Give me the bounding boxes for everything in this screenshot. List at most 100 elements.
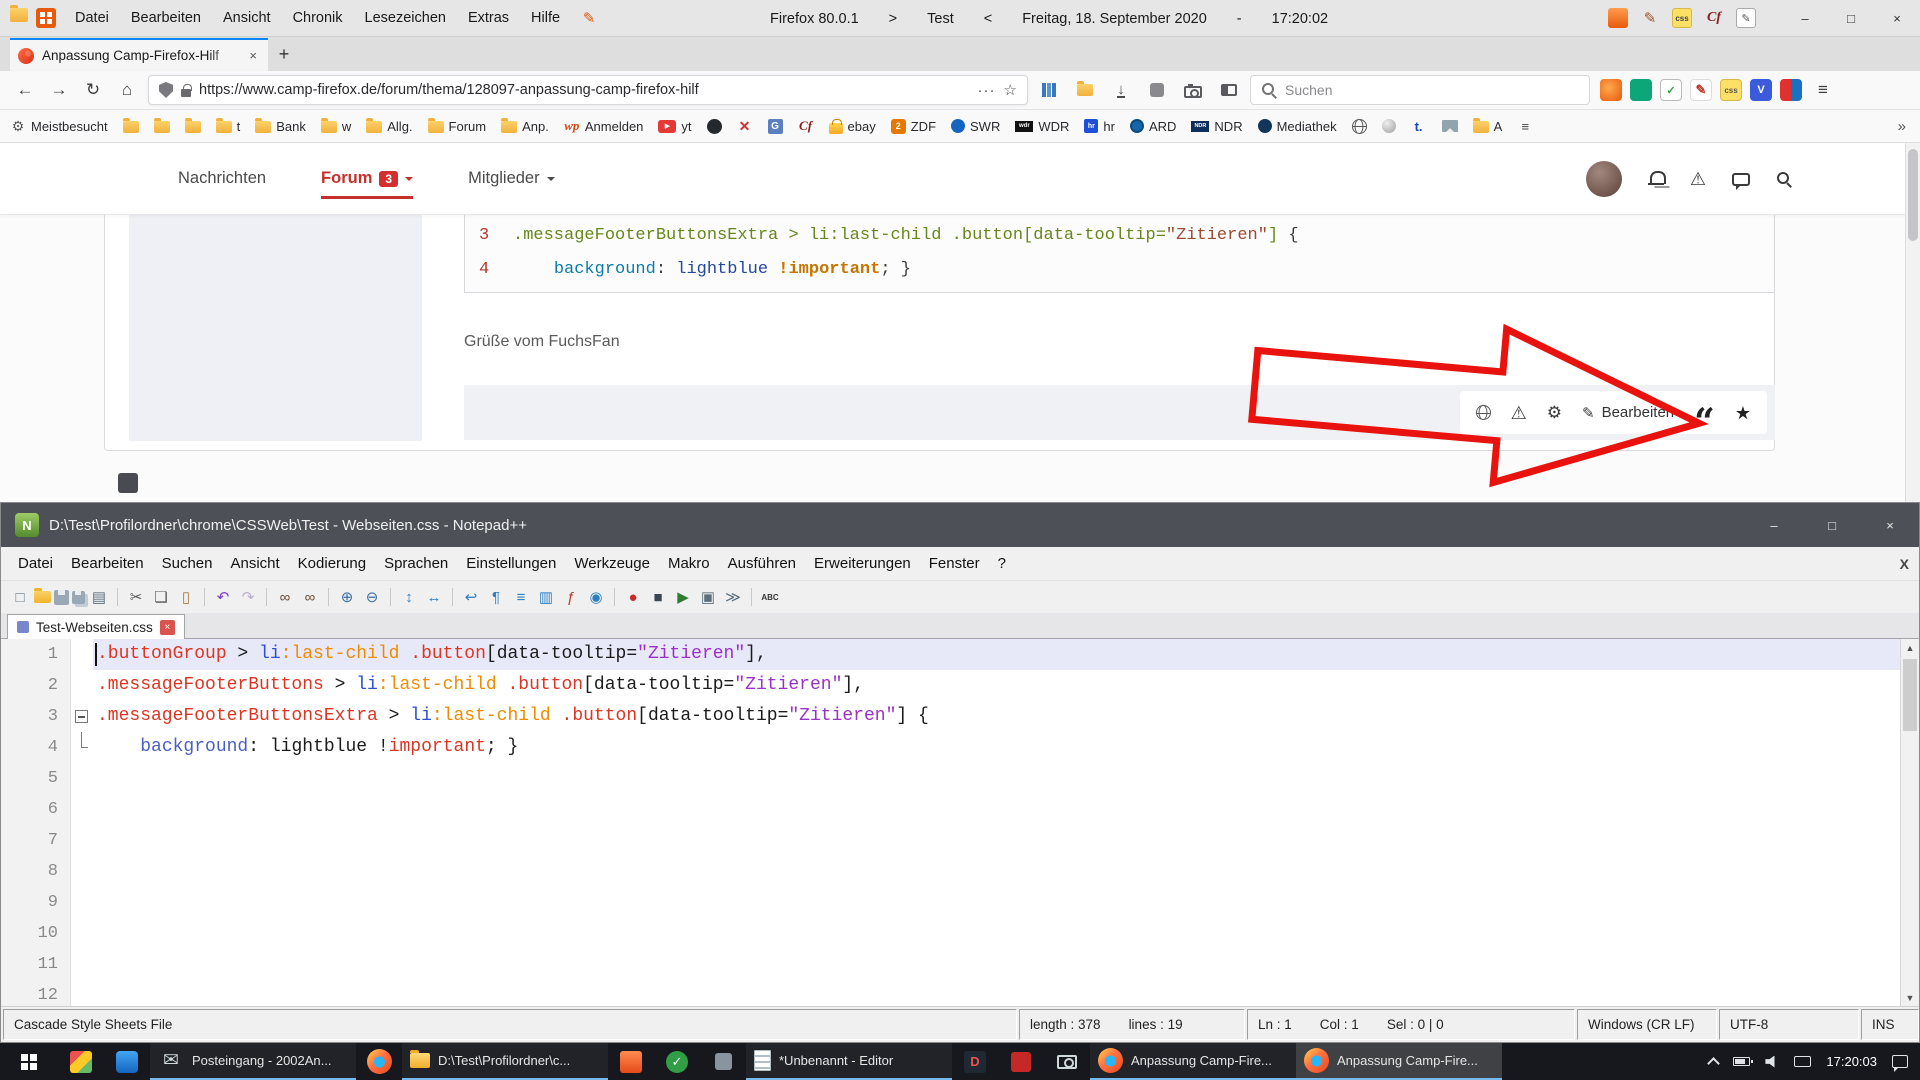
taskbar-task-editor[interactable]: *Unbenannt - Editor <box>746 1043 952 1080</box>
keyboard-icon[interactable] <box>1794 1056 1811 1067</box>
menubar-item-bearbeiten[interactable]: Bearbeiten <box>122 6 210 30</box>
taskbar-task-notepadpp-file[interactable]: D:\Test\Profilordner\c... <box>402 1043 608 1080</box>
bookmark-gbadge[interactable]: G <box>768 119 783 134</box>
pencil-orange-icon[interactable]: ✎ <box>579 8 599 28</box>
bookmark-t[interactable]: t <box>216 119 241 134</box>
save-icon[interactable] <box>54 590 69 605</box>
bookmark-mediathek[interactable]: Mediathek <box>1258 119 1337 134</box>
sidebar-icon[interactable] <box>1214 76 1244 104</box>
spell-check-icon[interactable]: ABC <box>759 586 781 608</box>
redo-icon[interactable]: ↷ <box>237 586 259 608</box>
npp-maximize-button[interactable]: □ <box>1803 503 1861 547</box>
avatar[interactable] <box>1586 161 1622 197</box>
menubar-item-ansicht[interactable]: Ansicht <box>214 6 280 30</box>
macro-play-icon[interactable]: ▶ <box>672 586 694 608</box>
start-button[interactable] <box>0 1043 58 1080</box>
editor-line[interactable] <box>93 794 1900 825</box>
indent-guides-icon[interactable]: ≡ <box>510 586 532 608</box>
npp-menu-werkzeuge[interactable]: Werkzeuge <box>565 550 659 577</box>
screenshot-icon[interactable] <box>1178 76 1208 104</box>
npp-menu-suchen[interactable]: Suchen <box>153 550 222 577</box>
status-eol[interactable]: Windows (CR LF) <box>1577 1009 1717 1040</box>
zoom-in-icon[interactable]: ⊕ <box>336 586 358 608</box>
notepadpp-editor[interactable]: 123456789101112 .buttonGroup > li:last-c… <box>1 639 1919 1006</box>
editor-line[interactable] <box>93 763 1900 794</box>
folder-yellow-icon[interactable] <box>10 8 28 22</box>
bookmark-wdr[interactable]: wdrWDR <box>1015 119 1069 134</box>
app-orange-icon[interactable] <box>1608 8 1628 28</box>
action-center-icon[interactable] <box>1892 1055 1908 1068</box>
taskbar-app-blue[interactable] <box>104 1043 150 1080</box>
bookmark-globe[interactable] <box>1352 119 1367 134</box>
taskbar-app-d[interactable]: D <box>952 1043 998 1080</box>
editor-line[interactable]: background: lightblue !important; } <box>93 732 1900 763</box>
home-icon[interactable]: ⌂ <box>112 76 142 104</box>
extensions-icon[interactable] <box>1142 76 1172 104</box>
editor-line[interactable] <box>93 825 1900 856</box>
npp-tab-close-icon[interactable]: × <box>160 620 175 635</box>
tab-close-icon[interactable]: × <box>246 48 260 63</box>
macro-record-icon[interactable]: ● <box>622 586 644 608</box>
menubar-item-datei[interactable]: Datei <box>66 6 118 30</box>
editor-line[interactable]: .messageFooterButtons > li:last-child .b… <box>93 670 1900 701</box>
bookmark-bank[interactable]: Bank <box>255 119 306 134</box>
status-insert-mode[interactable]: INS <box>1861 1009 1919 1040</box>
menubar-item-chronik[interactable]: Chronik <box>284 6 352 30</box>
bookmark-swr[interactable]: SWR <box>951 119 1000 134</box>
scroll-down-icon[interactable]: ▼ <box>1901 989 1919 1006</box>
editor-line[interactable] <box>93 949 1900 980</box>
forward-icon[interactable]: → <box>44 76 74 104</box>
maximize-button[interactable]: □ <box>1828 0 1874 36</box>
bookmark-ndr[interactable]: NDRNDR <box>1191 119 1242 134</box>
bookmark-forum[interactable]: Forum <box>428 119 487 134</box>
ext-brush-icon[interactable]: ✎ <box>1690 79 1712 101</box>
bookmark-w[interactable]: w <box>321 119 351 134</box>
bookmark-ard[interactable]: ARD <box>1130 119 1176 134</box>
menubar-item-hilfe[interactable]: Hilfe <box>522 6 569 30</box>
brush-icon[interactable]: ✎ <box>1640 8 1660 28</box>
ext-redblue-icon[interactable] <box>1780 79 1802 101</box>
editor-line[interactable] <box>93 887 1900 918</box>
status-encoding[interactable]: UTF-8 <box>1719 1009 1859 1040</box>
npp-menu-einstellungen[interactable]: Einstellungen <box>457 550 565 577</box>
bookmark-folder[interactable] <box>123 119 139 133</box>
bookmark-hr[interactable]: hrhr <box>1084 119 1115 134</box>
npp-close-button[interactable]: × <box>1861 503 1919 547</box>
bookmark-ebay[interactable]: ebay <box>829 118 876 134</box>
url-bar[interactable]: https://www.camp-firefox.de/forum/thema/… <box>148 75 1028 105</box>
open-file-icon[interactable] <box>34 591 51 603</box>
url-text[interactable]: https://www.camp-firefox.de/forum/thema/… <box>199 82 970 98</box>
lock-icon[interactable] <box>181 89 191 97</box>
npp-menu-makro[interactable]: Makro <box>659 550 719 577</box>
reload-icon[interactable]: ↻ <box>78 76 108 104</box>
bookmark-list[interactable]: ≡ <box>1517 118 1533 134</box>
macro-save-icon[interactable]: ▣ <box>697 586 719 608</box>
word-wrap-icon[interactable]: ↩ <box>460 586 482 608</box>
grid-orange-icon[interactable] <box>36 8 56 28</box>
minimize-button[interactable]: – <box>1782 0 1828 36</box>
zoom-out-icon[interactable]: ⊖ <box>361 586 383 608</box>
monitor-icon[interactable]: ◉ <box>585 586 607 608</box>
ext-v-blue-icon[interactable]: V <box>1750 79 1772 101</box>
tracking-shield-icon[interactable] <box>159 82 173 98</box>
volume-icon[interactable] <box>1765 1056 1779 1068</box>
bookmark-allg[interactable]: Allg. <box>366 119 412 134</box>
editor-line[interactable] <box>93 856 1900 887</box>
bookmark-a[interactable]: A <box>1473 119 1503 134</box>
npp-menu-ansicht[interactable]: Ansicht <box>221 550 288 577</box>
save-all-icon[interactable] <box>72 591 85 604</box>
nav-item-nachrichten[interactable]: Nachrichten <box>178 159 266 199</box>
npp-minimize-button[interactable]: – <box>1745 503 1803 547</box>
tray-chevron-up-icon[interactable] <box>1708 1057 1721 1070</box>
bookmark-github[interactable] <box>707 119 722 134</box>
bookmark-sphere[interactable] <box>1382 119 1396 133</box>
taskbar-app-antivirus[interactable]: ✓ <box>654 1043 700 1080</box>
downloads-icon[interactable]: ↓ <box>1106 76 1136 104</box>
npp-menu-item[interactable]: ? <box>989 550 1015 577</box>
forum-search-icon[interactable] <box>1776 171 1792 187</box>
ext-check-icon[interactable]: ✓ <box>1660 79 1682 101</box>
browser-tab[interactable]: Anpassung Camp-Firefox-Hilf × <box>10 38 268 71</box>
page-scrollbar[interactable] <box>1905 143 1920 502</box>
css-badge-icon[interactable]: css <box>1672 8 1692 28</box>
function-list-icon[interactable]: ƒ <box>560 586 582 608</box>
